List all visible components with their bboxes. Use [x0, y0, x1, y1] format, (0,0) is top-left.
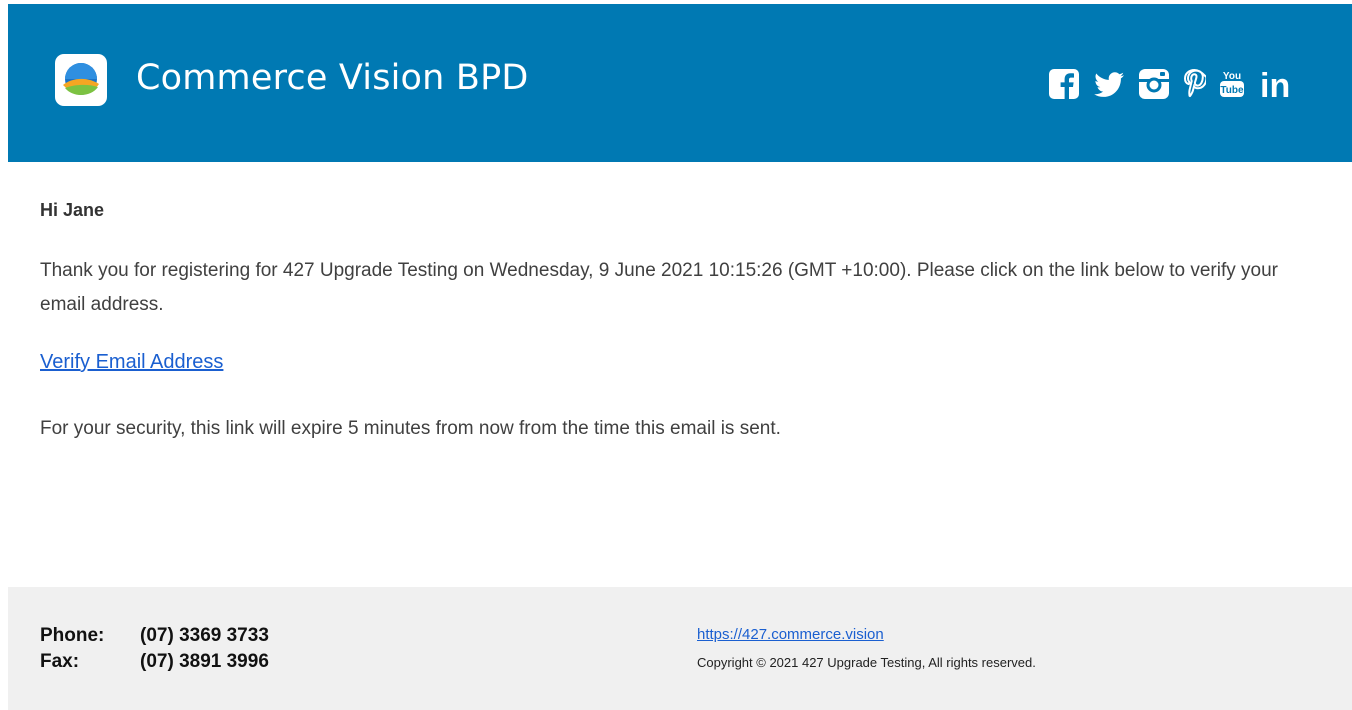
brand-name: Commerce Vision BPD [136, 58, 529, 98]
phone-row: Phone: (07) 3369 3733 [40, 623, 269, 649]
svg-text:in: in [1260, 67, 1290, 101]
email-header: Commerce Vision BPD You Tube in [8, 4, 1352, 162]
website-link[interactable]: https://427.commerce.vision [697, 626, 884, 643]
svg-text:You: You [1223, 71, 1241, 82]
youtube-icon[interactable]: You Tube [1218, 67, 1246, 101]
twitter-icon[interactable] [1092, 67, 1126, 101]
email-message: Commerce Vision BPD You Tube in Hi Jane … [8, 4, 1352, 710]
pinterest-icon[interactable] [1182, 67, 1206, 101]
verify-email-link[interactable]: Verify Email Address [40, 351, 223, 373]
fax-row: Fax: (07) 3891 3996 [40, 649, 269, 675]
svg-text:Tube: Tube [1220, 85, 1244, 96]
copyright-text: Copyright © 2021 427 Upgrade Testing, Al… [697, 655, 1036, 670]
fax-label: Fax: [40, 651, 80, 672]
commerce-vision-logo-icon [55, 54, 107, 106]
email-footer: Phone: (07) 3369 3733 Fax: (07) 3891 399… [8, 587, 1352, 710]
security-note: For your security, this link will expire… [40, 418, 781, 439]
phone-label: Phone: [40, 625, 105, 646]
greeting: Hi Jane [40, 200, 105, 220]
fax-value: (07) 3891 3996 [140, 651, 269, 672]
verify-link-container: Verify Email Address [40, 351, 223, 374]
instagram-icon[interactable] [1138, 67, 1170, 101]
email-body: Hi Jane Thank you for registering for 42… [40, 200, 1320, 439]
linkedin-icon[interactable]: in [1258, 67, 1294, 101]
facebook-icon[interactable] [1048, 67, 1080, 101]
phone-value: (07) 3369 3733 [140, 625, 269, 646]
contact-info: Phone: (07) 3369 3733 Fax: (07) 3891 399… [40, 623, 269, 675]
social-links: You Tube in [1048, 64, 1294, 104]
registration-message: Thank you for registering for 427 Upgrad… [40, 260, 1278, 315]
